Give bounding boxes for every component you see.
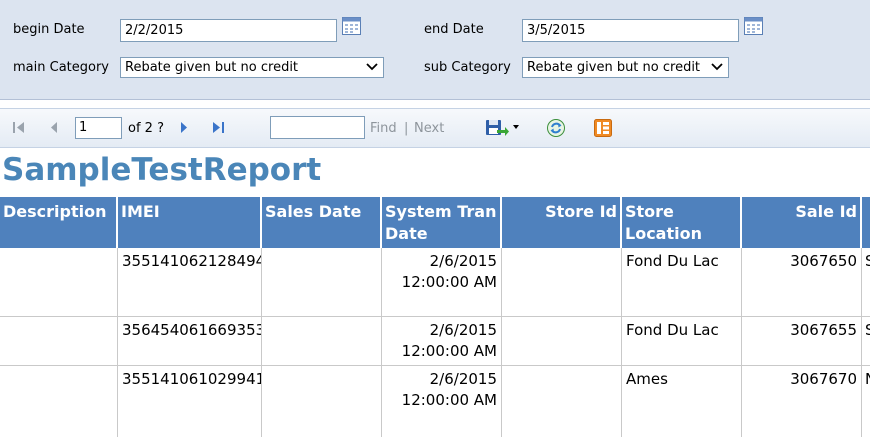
cell-sales-date: [262, 248, 382, 317]
cell-truncated: S: [862, 317, 870, 366]
cell-store-location: Fond Du Lac: [622, 248, 742, 317]
cell-system-tran-date: 2/6/2015 12:00:00 AM: [382, 317, 502, 366]
report-title: SampleTestReport: [2, 152, 322, 188]
find-link[interactable]: Find: [370, 121, 397, 136]
main-category-label: main Category: [13, 60, 109, 75]
column-header-imei: IMEI: [118, 197, 262, 248]
cell-sale-id: 3067650: [742, 248, 862, 317]
cell-description: [0, 248, 118, 317]
column-header-sales-date: Sales Date: [262, 197, 382, 248]
cell-imei: 355141062128494: [118, 248, 262, 317]
end-date-input[interactable]: 3/5/2015: [522, 19, 739, 42]
begin-date-input[interactable]: 2/2/2015: [120, 19, 337, 42]
cell-sales-date: [262, 317, 382, 366]
previous-page-icon[interactable]: [48, 120, 60, 135]
column-header-sale-id: Sale Id: [742, 197, 862, 248]
cell-store-id: [502, 317, 622, 366]
sub-category-value: Rebate given but no credit: [527, 60, 701, 75]
column-header-description: Description: [0, 197, 118, 248]
end-date-calendar-icon[interactable]: [744, 17, 763, 35]
cell-truncated: N: [862, 366, 870, 437]
first-page-icon[interactable]: [11, 120, 27, 135]
tran-time-text: 12:00:00 AM: [401, 273, 497, 291]
cell-imei: 356454061669353: [118, 317, 262, 366]
print-layout-icon[interactable]: [594, 119, 612, 137]
begin-date-calendar-icon[interactable]: [342, 17, 361, 35]
cell-system-tran-date: 2/6/2015 12:00:00 AM: [382, 248, 502, 317]
main-category-select[interactable]: Rebate given but no credit: [120, 57, 384, 78]
cell-description: [0, 317, 118, 366]
sub-category-select[interactable]: Rebate given but no credit: [522, 57, 729, 78]
find-input[interactable]: [270, 116, 365, 139]
report-toolbar: 1 of 2 ? Find | Next: [0, 108, 870, 148]
parameter-panel: begin Date 2/2/2015 end Date 3/5/2015 ma…: [0, 0, 870, 100]
cell-sale-id: 3067670: [742, 366, 862, 437]
cell-imei: 355141061029941: [118, 366, 262, 437]
tran-date-text: 2/6/2015: [429, 370, 497, 388]
cell-sale-id: 3067655: [742, 317, 862, 366]
chevron-down-icon: [711, 63, 723, 71]
cell-sales-date: [262, 366, 382, 437]
sub-category-label: sub Category: [424, 60, 511, 75]
export-icon[interactable]: [484, 117, 522, 137]
column-header-store-location: Store Location: [622, 197, 742, 248]
end-date-label: end Date: [424, 22, 484, 37]
column-header-system-tran-date: System Tran Date: [382, 197, 502, 248]
column-header-truncated: [862, 197, 870, 248]
cell-store-id: [502, 366, 622, 437]
tran-time-text: 12:00:00 AM: [401, 391, 497, 409]
next-page-icon[interactable]: [178, 120, 190, 135]
cell-truncated: S: [862, 248, 870, 317]
find-separator: |: [404, 121, 409, 136]
cell-description: [0, 366, 118, 437]
next-link[interactable]: Next: [414, 121, 444, 136]
tran-date-text: 2/6/2015: [429, 321, 497, 339]
begin-date-label: begin Date: [13, 22, 85, 37]
cell-store-location: Fond Du Lac: [622, 317, 742, 366]
column-header-store-id: Store Id: [502, 197, 622, 248]
cell-store-location: Ames: [622, 366, 742, 437]
main-category-value: Rebate given but no credit: [125, 60, 299, 75]
refresh-icon[interactable]: [546, 118, 566, 138]
page-count-label: of 2 ?: [128, 121, 164, 136]
chevron-down-icon: [366, 63, 378, 71]
page-number-input[interactable]: 1: [75, 117, 122, 139]
tran-date-text: 2/6/2015: [429, 252, 497, 270]
tran-time-text: 12:00:00 AM: [401, 342, 497, 360]
last-page-icon[interactable]: [210, 120, 228, 135]
cell-store-id: [502, 248, 622, 317]
cell-system-tran-date: 2/6/2015 12:00:00 AM: [382, 366, 502, 437]
